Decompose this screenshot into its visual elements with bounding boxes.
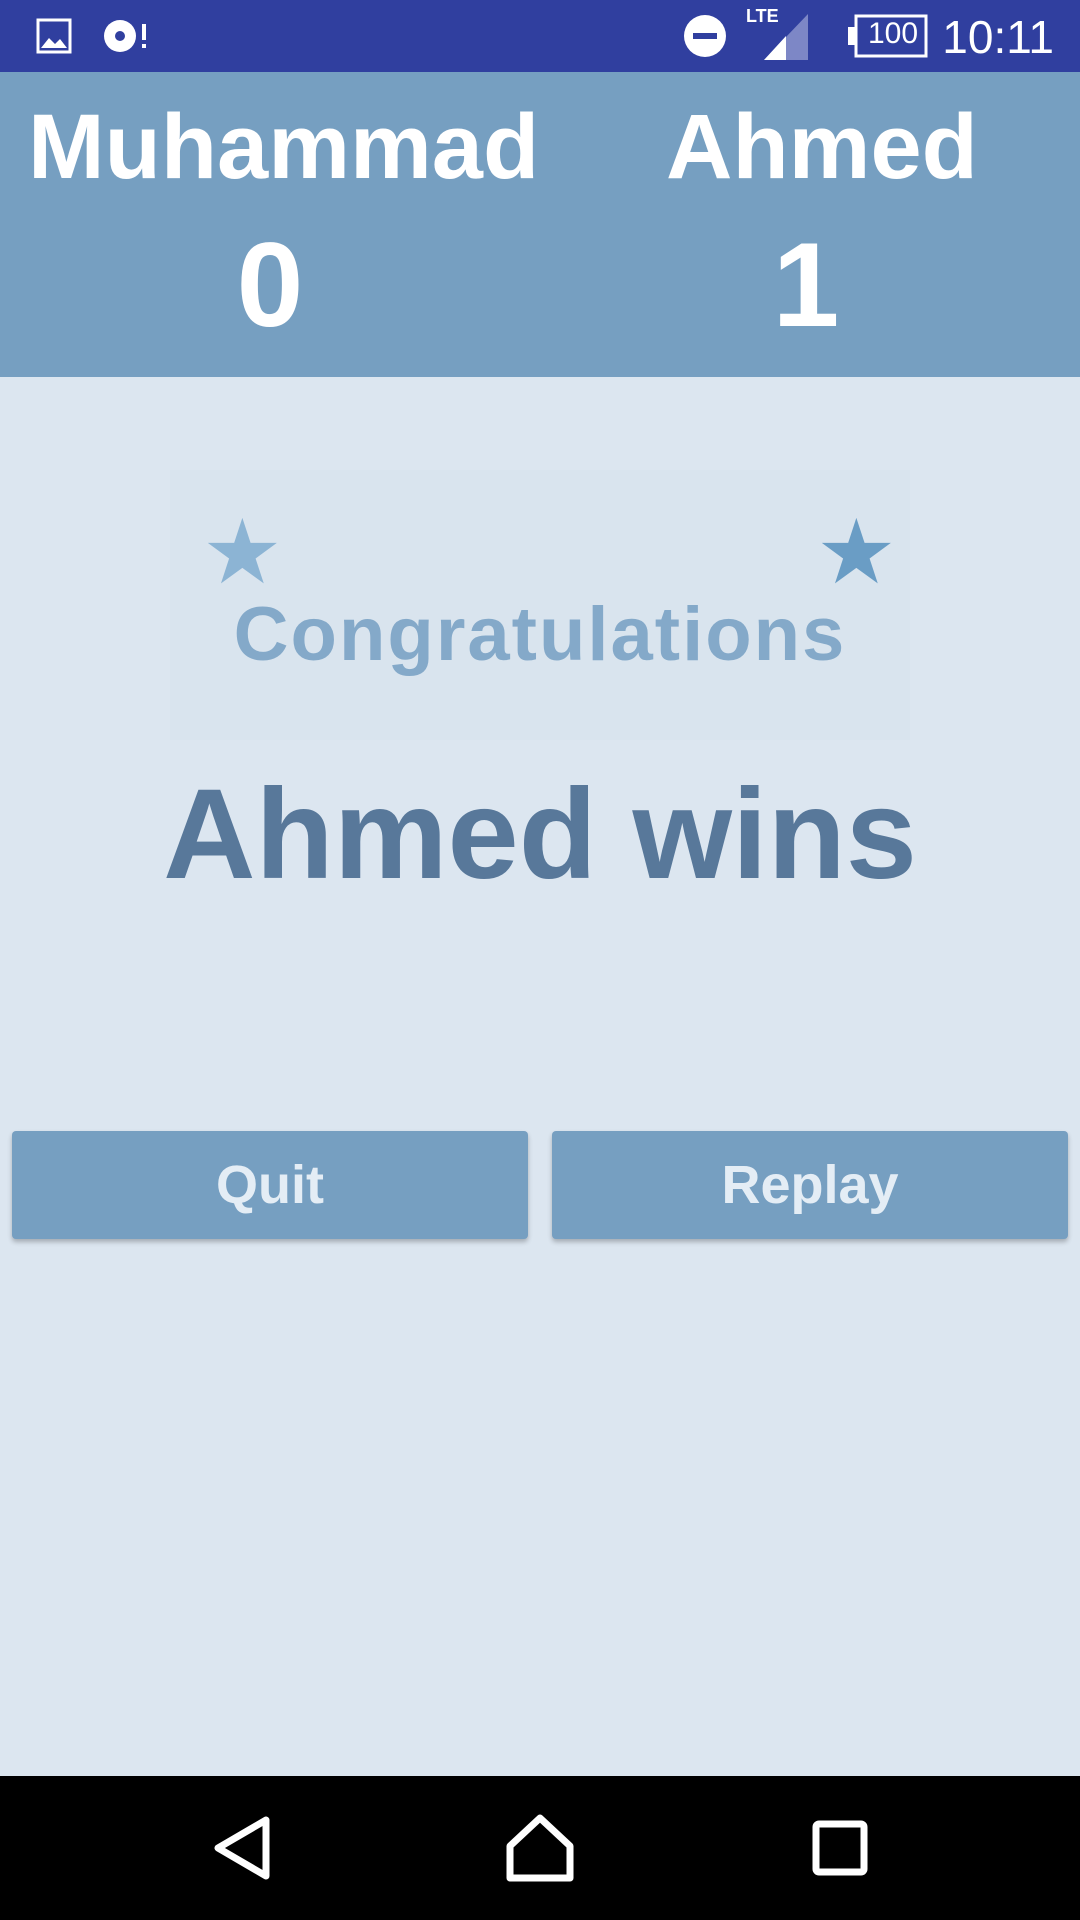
do-not-disturb-icon <box>684 15 726 57</box>
star-icon-left: ★ <box>202 503 283 603</box>
home-icon[interactable] <box>490 1798 590 1898</box>
player-one-name: Muhammad <box>28 96 540 198</box>
recents-icon[interactable] <box>790 1798 890 1898</box>
winner-message: Ahmed wins <box>163 763 917 906</box>
player-two-name: Ahmed <box>666 96 978 198</box>
back-icon[interactable] <box>192 1798 292 1898</box>
status-bar: LTE 100 10:11 <box>0 0 1080 72</box>
image-icon <box>36 18 72 54</box>
congratulations-banner: ★ ★ Congratulations <box>170 470 910 740</box>
score-header: Muhammad Ahmed 0 1 <box>0 72 1080 377</box>
signal-icon <box>764 14 808 60</box>
star-icon-right: ★ <box>816 503 897 603</box>
congratulations-text: Congratulations <box>233 592 847 677</box>
player-two-score: 1 <box>772 218 840 352</box>
replay-button[interactable]: Replay <box>552 1131 1068 1239</box>
music-alert-icon <box>104 20 146 52</box>
navigation-bar <box>0 1776 1080 1920</box>
quit-button[interactable]: Quit <box>12 1131 528 1239</box>
battery-level: 100 <box>868 17 919 50</box>
player-one-score: 0 <box>236 218 304 352</box>
clock: 10:11 <box>942 11 1054 63</box>
